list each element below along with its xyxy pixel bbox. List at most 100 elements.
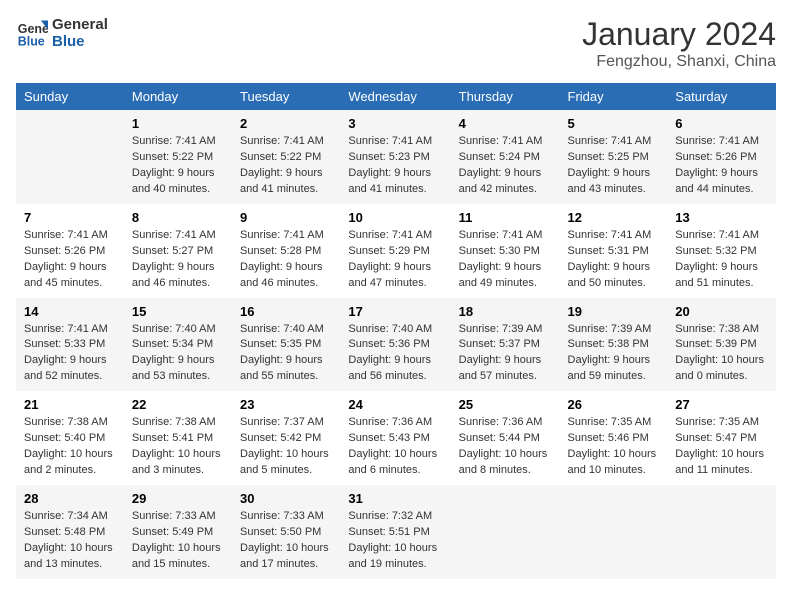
day-info: Sunrise: 7:41 AM Sunset: 5:33 PM Dayligh… xyxy=(24,322,116,386)
calendar-cell: 15 Sunrise: 7:40 AM Sunset: 5:34 PM Dayli… xyxy=(124,298,232,392)
day-info: Sunrise: 7:36 AM Sunset: 5:43 PM Dayligh… xyxy=(348,415,442,479)
day-number: 25 xyxy=(459,397,552,412)
day-number: 30 xyxy=(240,491,332,506)
calendar-cell: 1 Sunrise: 7:41 AM Sunset: 5:22 PM Daylig… xyxy=(124,110,232,204)
calendar-cell xyxy=(667,485,776,579)
calendar-week-row: 14 Sunrise: 7:41 AM Sunset: 5:33 PM Dayli… xyxy=(16,298,776,392)
day-number: 22 xyxy=(132,397,224,412)
day-number: 1 xyxy=(132,116,224,131)
calendar-cell: 18Sunrise: 7:39 AM Sunset: 5:37 PM Dayli… xyxy=(451,298,560,392)
day-number: 3 xyxy=(348,116,442,131)
calendar-cell: 10Sunrise: 7:41 AM Sunset: 5:29 PM Dayli… xyxy=(340,204,450,298)
day-info: Sunrise: 7:35 AM Sunset: 5:47 PM Dayligh… xyxy=(675,415,768,479)
day-info: Sunrise: 7:41 AM Sunset: 5:22 PM Dayligh… xyxy=(240,134,332,198)
day-number: 7 xyxy=(24,210,116,225)
day-number: 16 xyxy=(240,304,332,319)
day-info: Sunrise: 7:34 AM Sunset: 5:48 PM Dayligh… xyxy=(24,509,116,573)
day-info: Sunrise: 7:39 AM Sunset: 5:38 PM Dayligh… xyxy=(568,322,660,386)
main-title: January 2024 xyxy=(582,16,776,53)
day-info: Sunrise: 7:35 AM Sunset: 5:46 PM Dayligh… xyxy=(568,415,660,479)
logo-line2: Blue xyxy=(52,33,108,50)
day-number: 10 xyxy=(348,210,442,225)
calendar-week-row: 1 Sunrise: 7:41 AM Sunset: 5:22 PM Daylig… xyxy=(16,110,776,204)
logo-line1: General xyxy=(52,16,108,33)
day-number: 9 xyxy=(240,210,332,225)
header-cell-monday: Monday xyxy=(124,83,232,110)
calendar-cell xyxy=(16,110,124,204)
day-info: Sunrise: 7:41 AM Sunset: 5:26 PM Dayligh… xyxy=(24,228,116,292)
calendar-cell: 3 Sunrise: 7:41 AM Sunset: 5:23 PM Daylig… xyxy=(340,110,450,204)
calendar-cell: 9Sunrise: 7:41 AM Sunset: 5:28 PM Daylig… xyxy=(232,204,340,298)
header-cell-wednesday: Wednesday xyxy=(340,83,450,110)
day-number: 20 xyxy=(675,304,768,319)
day-info: Sunrise: 7:32 AM Sunset: 5:51 PM Dayligh… xyxy=(348,509,442,573)
calendar-cell: 26 Sunrise: 7:35 AM Sunset: 5:46 PM Dayli… xyxy=(560,391,668,485)
day-number: 15 xyxy=(132,304,224,319)
day-info: Sunrise: 7:40 AM Sunset: 5:34 PM Dayligh… xyxy=(132,322,224,386)
day-number: 26 xyxy=(568,397,660,412)
calendar-table: SundayMondayTuesdayWednesdayThursdayFrid… xyxy=(16,83,776,579)
day-info: Sunrise: 7:33 AM Sunset: 5:49 PM Dayligh… xyxy=(132,509,224,573)
calendar-cell: 13Sunrise: 7:41 AM Sunset: 5:32 PM Dayli… xyxy=(667,204,776,298)
day-number: 27 xyxy=(675,397,768,412)
day-number: 18 xyxy=(459,304,552,319)
day-number: 31 xyxy=(348,491,442,506)
logo: General Blue General Blue xyxy=(16,16,108,50)
day-info: Sunrise: 7:37 AM Sunset: 5:42 PM Dayligh… xyxy=(240,415,332,479)
calendar-cell: 11Sunrise: 7:41 AM Sunset: 5:30 PM Dayli… xyxy=(451,204,560,298)
svg-text:Blue: Blue xyxy=(18,34,45,48)
calendar-header-row: SundayMondayTuesdayWednesdayThursdayFrid… xyxy=(16,83,776,110)
calendar-cell: 5 Sunrise: 7:41 AM Sunset: 5:25 PM Daylig… xyxy=(560,110,668,204)
calendar-cell: 24 Sunrise: 7:36 AM Sunset: 5:43 PM Dayli… xyxy=(340,391,450,485)
day-info: Sunrise: 7:38 AM Sunset: 5:41 PM Dayligh… xyxy=(132,415,224,479)
day-number: 14 xyxy=(24,304,116,319)
header-cell-sunday: Sunday xyxy=(16,83,124,110)
page-header: General Blue General Blue January 2024 F… xyxy=(16,16,776,71)
day-info: Sunrise: 7:41 AM Sunset: 5:25 PM Dayligh… xyxy=(568,134,660,198)
day-number: 13 xyxy=(675,210,768,225)
header-cell-saturday: Saturday xyxy=(667,83,776,110)
calendar-cell: 20 Sunrise: 7:38 AM Sunset: 5:39 PM Dayli… xyxy=(667,298,776,392)
day-info: Sunrise: 7:41 AM Sunset: 5:24 PM Dayligh… xyxy=(459,134,552,198)
day-info: Sunrise: 7:33 AM Sunset: 5:50 PM Dayligh… xyxy=(240,509,332,573)
calendar-cell xyxy=(451,485,560,579)
day-number: 28 xyxy=(24,491,116,506)
day-number: 12 xyxy=(568,210,660,225)
calendar-cell: 21 Sunrise: 7:38 AM Sunset: 5:40 PM Dayli… xyxy=(16,391,124,485)
day-number: 4 xyxy=(459,116,552,131)
day-info: Sunrise: 7:41 AM Sunset: 5:30 PM Dayligh… xyxy=(459,228,552,292)
calendar-cell: 23Sunrise: 7:37 AM Sunset: 5:42 PM Dayli… xyxy=(232,391,340,485)
calendar-cell: 25Sunrise: 7:36 AM Sunset: 5:44 PM Dayli… xyxy=(451,391,560,485)
day-number: 29 xyxy=(132,491,224,506)
day-info: Sunrise: 7:40 AM Sunset: 5:35 PM Dayligh… xyxy=(240,322,332,386)
day-number: 6 xyxy=(675,116,768,131)
day-info: Sunrise: 7:38 AM Sunset: 5:40 PM Dayligh… xyxy=(24,415,116,479)
day-number: 21 xyxy=(24,397,116,412)
calendar-week-row: 21 Sunrise: 7:38 AM Sunset: 5:40 PM Dayli… xyxy=(16,391,776,485)
calendar-week-row: 7 Sunrise: 7:41 AM Sunset: 5:26 PM Daylig… xyxy=(16,204,776,298)
day-info: Sunrise: 7:38 AM Sunset: 5:39 PM Dayligh… xyxy=(675,322,768,386)
header-cell-thursday: Thursday xyxy=(451,83,560,110)
day-info: Sunrise: 7:41 AM Sunset: 5:22 PM Dayligh… xyxy=(132,134,224,198)
day-number: 19 xyxy=(568,304,660,319)
day-info: Sunrise: 7:41 AM Sunset: 5:31 PM Dayligh… xyxy=(568,228,660,292)
calendar-cell: 22 Sunrise: 7:38 AM Sunset: 5:41 PM Dayli… xyxy=(124,391,232,485)
calendar-cell: 30 Sunrise: 7:33 AM Sunset: 5:50 PM Dayli… xyxy=(232,485,340,579)
calendar-cell: 2Sunrise: 7:41 AM Sunset: 5:22 PM Daylig… xyxy=(232,110,340,204)
calendar-cell: 29 Sunrise: 7:33 AM Sunset: 5:49 PM Dayli… xyxy=(124,485,232,579)
day-info: Sunrise: 7:41 AM Sunset: 5:23 PM Dayligh… xyxy=(348,134,442,198)
calendar-cell: 4 Sunrise: 7:41 AM Sunset: 5:24 PM Daylig… xyxy=(451,110,560,204)
day-number: 5 xyxy=(568,116,660,131)
day-info: Sunrise: 7:40 AM Sunset: 5:36 PM Dayligh… xyxy=(348,322,442,386)
header-cell-friday: Friday xyxy=(560,83,668,110)
header-cell-tuesday: Tuesday xyxy=(232,83,340,110)
calendar-cell: 17 Sunrise: 7:40 AM Sunset: 5:36 PM Dayli… xyxy=(340,298,450,392)
day-number: 24 xyxy=(348,397,442,412)
calendar-cell: 6Sunrise: 7:41 AM Sunset: 5:26 PM Daylig… xyxy=(667,110,776,204)
day-info: Sunrise: 7:41 AM Sunset: 5:27 PM Dayligh… xyxy=(132,228,224,292)
calendar-cell: 28 Sunrise: 7:34 AM Sunset: 5:48 PM Dayli… xyxy=(16,485,124,579)
day-number: 17 xyxy=(348,304,442,319)
calendar-cell: 12 Sunrise: 7:41 AM Sunset: 5:31 PM Dayli… xyxy=(560,204,668,298)
day-number: 8 xyxy=(132,210,224,225)
calendar-week-row: 28 Sunrise: 7:34 AM Sunset: 5:48 PM Dayli… xyxy=(16,485,776,579)
